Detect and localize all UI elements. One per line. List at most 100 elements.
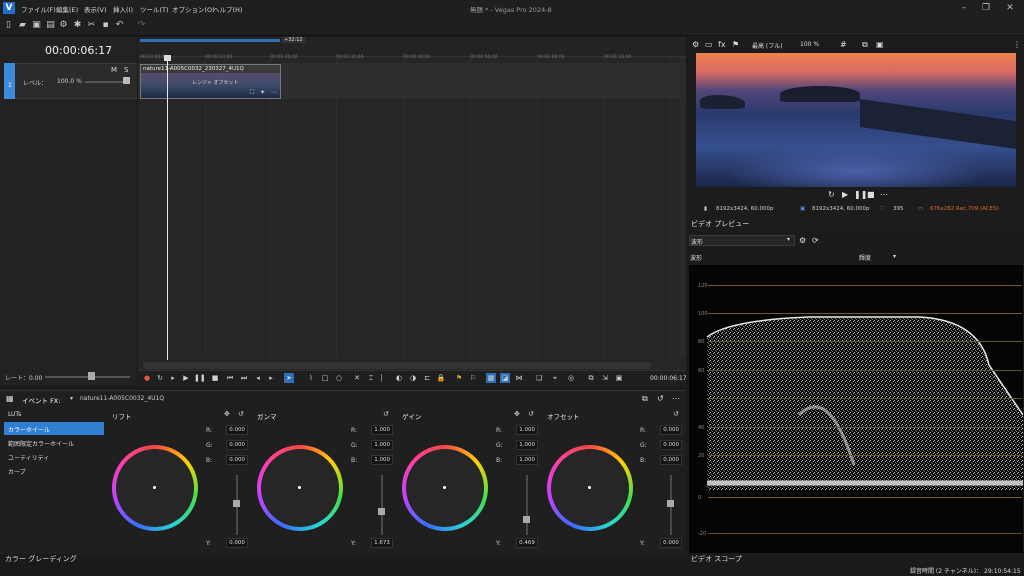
nest-icon[interactable]: ⧉ (586, 373, 596, 383)
mute-button[interactable]: M (111, 66, 117, 74)
list-item-color-wheels[interactable]: カラーホイール (8, 425, 50, 434)
marker-icon[interactable]: ⚑ (454, 373, 464, 383)
chevron-down-icon[interactable]: ▾ (893, 253, 896, 260)
play-icon[interactable]: ▶ (181, 373, 191, 383)
paste-icon[interactable]: ▪ (100, 20, 111, 31)
copy-settings-icon[interactable]: ⧉ (642, 394, 648, 404)
menu-edit[interactable]: 編集(E) (56, 4, 78, 14)
list-item-luts[interactable]: LUTs (8, 411, 21, 418)
gamma-y-knob[interactable] (378, 508, 385, 515)
loop-region-bar[interactable] (140, 39, 280, 42)
go-end-icon[interactable]: ⏭ (239, 373, 249, 383)
split-screen-icon[interactable]: ⚑ (732, 40, 739, 49)
move-icon[interactable]: ✥ (224, 410, 230, 418)
offset-y-knob[interactable] (667, 500, 674, 507)
gain-b-field[interactable]: 1.000 (516, 455, 538, 465)
reset-all-icon[interactable]: ↺ (657, 394, 664, 403)
settings-gear-icon[interactable]: ⚙ (58, 20, 69, 31)
chevron-down-icon[interactable]: ▾ (787, 236, 790, 243)
close-icon[interactable]: ✕ (999, 2, 1021, 15)
menu-insert[interactable]: 挿入(I) (113, 4, 133, 14)
menu-tools[interactable]: ツール(T) (140, 4, 169, 14)
delete-icon[interactable]: ✕ (352, 373, 362, 383)
trim-start-icon[interactable]: ◐ (394, 373, 404, 383)
preview-zoom-select[interactable]: 100 % (800, 41, 819, 48)
level-slider-knob[interactable] (123, 77, 130, 84)
trim-end-icon[interactable]: ◑ (408, 373, 418, 383)
undo-icon[interactable]: ↶ (114, 20, 125, 31)
gain-g-field[interactable]: 1.000 (516, 440, 538, 450)
wheel-handle[interactable] (588, 486, 591, 489)
preview-menu-icon[interactable]: ⋮ (1013, 40, 1021, 49)
lift-y-field[interactable]: 0.000 (226, 538, 248, 548)
trim-icon[interactable]: ⌶ (366, 373, 376, 383)
loop-icon[interactable]: ↻ (155, 373, 165, 383)
gain-y-slider[interactable] (526, 475, 528, 535)
region-icon[interactable]: ⚐ (468, 373, 478, 383)
cut-icon[interactable]: ✂ (86, 20, 97, 31)
level-slider[interactable] (85, 81, 123, 83)
preview-quality-select[interactable]: 最高 (フル) (752, 41, 783, 50)
lift-r-field[interactable]: 0.000 (226, 425, 248, 435)
vertical-scrollbar[interactable] (680, 57, 685, 357)
lift-g-field[interactable]: 0.000 (226, 440, 248, 450)
preview-panel-label[interactable]: ビデオ プレビュー (691, 219, 749, 229)
preview-loop-icon[interactable]: ↻ (828, 190, 835, 199)
normal-edit-tool-icon[interactable]: ➤ (284, 373, 294, 383)
go-start-icon[interactable]: ⏮ (225, 373, 235, 383)
wheel-handle[interactable] (153, 486, 156, 489)
new-file-icon[interactable]: ▯ (3, 20, 14, 31)
zoom-tool-icon[interactable]: ○ (334, 373, 344, 383)
playhead[interactable] (167, 55, 168, 360)
minimize-icon[interactable]: – (953, 2, 975, 15)
grading-menu-icon[interactable]: ⋯ (672, 394, 680, 403)
motion-tracking-icon[interactable]: ⌖ (550, 373, 560, 383)
mask-icon[interactable]: ◎ (566, 373, 576, 383)
offset-g-field[interactable]: 0.000 (660, 440, 682, 450)
reset-icon[interactable]: ↺ (238, 410, 244, 418)
playhead-handle[interactable] (164, 55, 171, 61)
menu-options[interactable]: オプション(O) (172, 4, 215, 14)
scope-type-select[interactable] (689, 235, 795, 246)
crop-icon[interactable]: ⛶ (250, 89, 254, 97)
solo-button[interactable]: S (124, 66, 128, 74)
external-monitor-icon[interactable]: ▭ (705, 40, 713, 49)
prev-frame-icon[interactable]: ◂ (253, 373, 263, 383)
menu-help[interactable]: ヘルプ(H) (213, 4, 242, 14)
reset-icon[interactable]: ↺ (383, 410, 389, 418)
scope-update-icon[interactable]: ⟳ (812, 236, 819, 245)
plugin-icon[interactable]: ✱ (72, 20, 83, 31)
list-item-limited-wheels[interactable]: 範囲限定カラーホイール (8, 439, 74, 448)
menu-view[interactable]: 表示(V) (84, 4, 107, 14)
wheel-handle[interactable] (298, 486, 301, 489)
scope-settings-icon[interactable]: ⚙ (799, 236, 806, 245)
ripple-icon[interactable]: ⊏ (422, 373, 432, 383)
split-icon[interactable]: ⎸ (380, 373, 390, 383)
stop-icon[interactable]: ■ (210, 373, 220, 383)
gamma-b-field[interactable]: 1.000 (371, 455, 393, 465)
render-icon[interactable]: ▤ (45, 20, 56, 31)
grid-overlay-icon[interactable]: # (840, 40, 847, 49)
move-icon[interactable]: ✥ (514, 410, 520, 418)
preview-play-icon[interactable]: ▶ (842, 190, 848, 199)
list-item-utility[interactable]: ユーティリティ (8, 453, 49, 462)
snap-icon[interactable]: ▦ (486, 373, 496, 383)
offset-b-field[interactable]: 0.000 (660, 455, 682, 465)
render-region-icon[interactable]: ▣ (614, 373, 624, 383)
rate-slider-knob[interactable] (88, 372, 95, 380)
save-icon[interactable]: ▣ (31, 20, 42, 31)
play-from-start-icon[interactable]: ▸ (168, 373, 178, 383)
selection-tool-icon[interactable]: □ (320, 373, 330, 383)
gamma-g-field[interactable]: 1.000 (371, 440, 393, 450)
preview-pause-icon[interactable]: ❚❚ (854, 190, 867, 199)
export-icon[interactable]: ⇲ (600, 373, 610, 383)
gain-y-field[interactable]: 0.469 (516, 538, 538, 548)
redo-icon[interactable]: ↷ (136, 20, 147, 31)
group-icon[interactable]: ❏ (534, 373, 544, 383)
chevron-down-icon[interactable]: ▾ (70, 395, 73, 402)
crossfade-icon[interactable]: ⋈ (514, 373, 524, 383)
reset-icon[interactable]: ↺ (673, 410, 679, 418)
reset-icon[interactable]: ↺ (528, 410, 534, 418)
offset-y-field[interactable]: 0.000 (660, 538, 682, 548)
lock-icon[interactable]: 🔒 (436, 373, 446, 383)
